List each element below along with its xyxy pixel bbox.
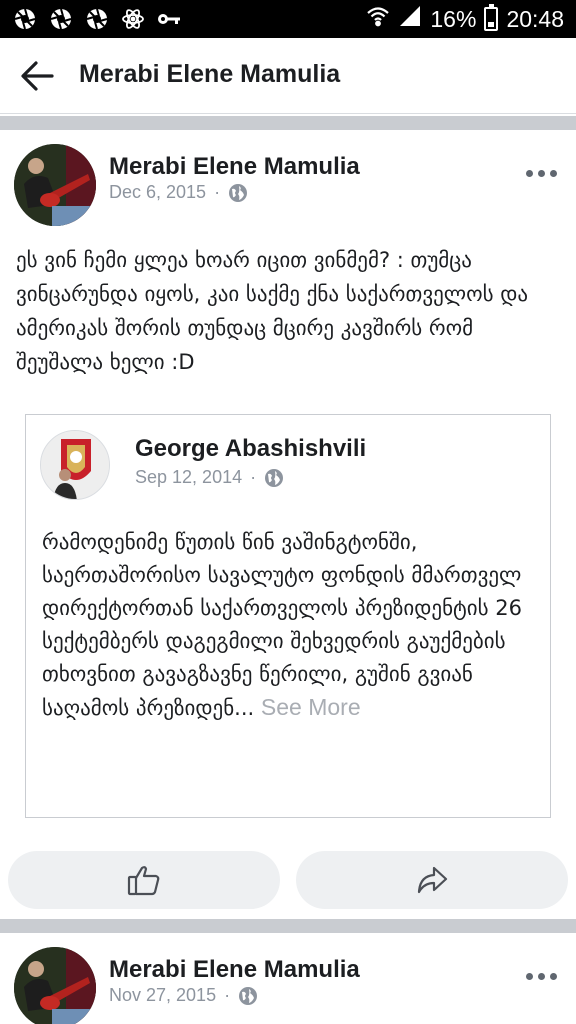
next-post-header: Merabi Elene Mamulia Nov 27, 2015 · xyxy=(0,943,576,1024)
author-avatar[interactable] xyxy=(14,947,96,1024)
post-header: Merabi Elene Mamulia Dec 6, 2015 · xyxy=(0,140,576,232)
share-arrow-icon xyxy=(417,866,448,894)
section-divider xyxy=(0,116,576,130)
like-button[interactable] xyxy=(8,851,280,909)
shared-post-card[interactable]: George Abashishvili Sep 12, 2014 · რამოდ… xyxy=(25,414,551,818)
meta-separator: · xyxy=(224,985,231,1005)
post-text: ეს ვინ ჩემი ყლეა ხოარ იცით ვინმემ? : თუმ… xyxy=(16,248,529,374)
aperture-icon xyxy=(12,7,38,31)
back-button[interactable] xyxy=(20,60,56,92)
share-button[interactable] xyxy=(296,851,568,909)
shared-author-avatar[interactable] xyxy=(40,430,110,500)
shared-post-text: რამოდენიმე წუთის წინ ვაშინგტონში, საერთა… xyxy=(42,526,542,725)
post-author-name[interactable]: Merabi Elene Mamulia xyxy=(109,956,360,984)
see-more-link[interactable]: See More xyxy=(261,694,361,720)
aperture-icon xyxy=(48,7,74,31)
post-meta: Nov 27, 2015 · xyxy=(109,985,258,1006)
shared-post-meta: Sep 12, 2014 · xyxy=(135,467,284,488)
shared-post-date[interactable]: Sep 12, 2014 xyxy=(135,467,242,488)
signal-icon xyxy=(398,5,422,33)
post-meta: Dec 6, 2015 · xyxy=(109,182,248,203)
top-bar: Merabi Elene Mamulia xyxy=(0,38,576,114)
post-author-name[interactable]: Merabi Elene Mamulia xyxy=(109,153,360,181)
shared-author-name[interactable]: George Abashishvili xyxy=(135,435,366,463)
more-options-button[interactable] xyxy=(526,966,558,986)
status-bar: 16% 20:48 xyxy=(0,0,576,38)
meta-separator: · xyxy=(250,467,257,487)
arrow-left-icon xyxy=(21,61,54,91)
shared-text-content: რამოდენიმე წუთის წინ ვაშინგტონში, საერთა… xyxy=(42,530,523,720)
thumbs-up-icon xyxy=(127,866,160,896)
globe-icon xyxy=(265,468,284,487)
page-title: Merabi Elene Mamulia xyxy=(79,60,341,88)
atom-icon xyxy=(120,7,146,31)
wifi-icon xyxy=(366,5,390,33)
section-divider xyxy=(0,919,576,933)
system-indicators: 16% 20:48 xyxy=(366,4,564,33)
meta-separator: · xyxy=(214,182,221,202)
post-date[interactable]: Dec 6, 2015 xyxy=(109,182,206,203)
battery-percent: 16% xyxy=(430,5,477,32)
globe-icon xyxy=(229,183,248,202)
battery-icon xyxy=(484,4,499,31)
more-options-button[interactable] xyxy=(526,163,558,183)
key-icon xyxy=(156,7,182,31)
author-avatar[interactable] xyxy=(14,144,96,226)
post-date[interactable]: Nov 27, 2015 xyxy=(109,985,216,1006)
notification-icons xyxy=(12,7,182,31)
clock: 20:48 xyxy=(506,5,564,32)
aperture-icon xyxy=(84,7,110,31)
globe-icon xyxy=(239,986,258,1005)
